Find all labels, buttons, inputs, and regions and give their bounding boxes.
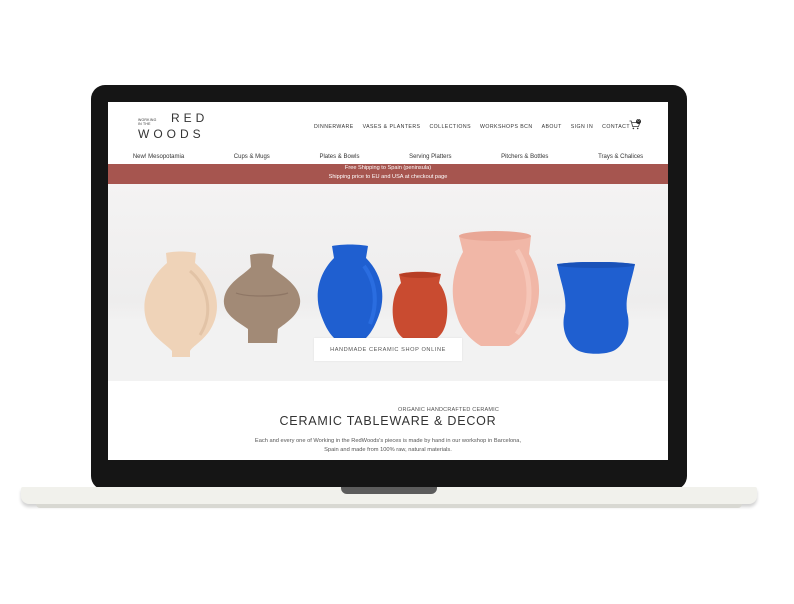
logo-red-word: RED bbox=[171, 111, 209, 125]
main-nav: DINNERWARE VASES & PLANTERS COLLECTIONS … bbox=[314, 124, 630, 130]
category-cups-mugs[interactable]: Cups & Mugs bbox=[234, 154, 270, 160]
hero-image: HANDMADE CERAMIC SHOP ONLINE bbox=[108, 184, 668, 381]
blue-vase-image bbox=[317, 244, 383, 338]
red-vase-image bbox=[392, 271, 448, 338]
logo-woods-word: WOODS bbox=[138, 127, 205, 141]
nav-dinnerware[interactable]: DINNERWARE bbox=[314, 124, 354, 130]
pink-vase-image bbox=[452, 231, 540, 346]
brown-vase-image bbox=[223, 253, 301, 343]
cream-vase-image bbox=[144, 251, 217, 357]
category-nav: New! Mesopotamia Cups & Mugs Plates & Bo… bbox=[108, 150, 668, 164]
nav-workshops-bcn[interactable]: WORKSHOPS BCN bbox=[480, 124, 533, 130]
laptop-base-shadow bbox=[36, 504, 742, 508]
category-pitchers-bottles[interactable]: Pitchers & Bottles bbox=[501, 154, 548, 160]
site-logo[interactable]: WORKING IN THE RED WOODS bbox=[138, 111, 208, 145]
intro-description: Each and every one of Working in the Red… bbox=[108, 437, 668, 455]
shipping-banner: Free Shipping to Spain (peninsula) Shipp… bbox=[108, 164, 668, 184]
intro-desc-line-1: Each and every one of Working in the Red… bbox=[254, 438, 522, 444]
nav-about[interactable]: ABOUT bbox=[542, 124, 562, 130]
intro-desc-line-2: Spain and made from 100% raw, natural ma… bbox=[324, 447, 452, 453]
blue-bowl-vase-image bbox=[557, 262, 635, 354]
logo-small-text: WORKING IN THE bbox=[138, 118, 157, 126]
category-serving-platters[interactable]: Serving Platters bbox=[409, 154, 451, 160]
nav-sign-in[interactable]: SIGN IN bbox=[571, 124, 593, 130]
shipping-line-eu-usa: Shipping price to EU and USA at checkout… bbox=[328, 174, 448, 180]
cart-count-badge: 0 bbox=[636, 119, 641, 124]
laptop-notch bbox=[341, 487, 437, 494]
nav-contact[interactable]: CONTACT bbox=[602, 124, 630, 130]
hero-shop-button[interactable]: HANDMADE CERAMIC SHOP ONLINE bbox=[314, 338, 462, 361]
category-trays-chalices[interactable]: Trays & Chalices bbox=[598, 154, 643, 160]
shipping-line-spain: Free Shipping to Spain (peninsula) bbox=[344, 165, 432, 171]
nav-collections[interactable]: COLLECTIONS bbox=[429, 124, 471, 130]
category-mesopotamia[interactable]: New! Mesopotamia bbox=[133, 154, 184, 160]
nav-vases-planters[interactable]: VASES & PLANTERS bbox=[363, 124, 421, 130]
intro-eyebrow: ORGANIC HANDCRAFTED CERAMIC bbox=[398, 407, 500, 413]
logo-small-line-2: IN THE bbox=[138, 122, 151, 126]
intro-title: CERAMIC TABLEWARE & DECOR bbox=[279, 414, 497, 428]
category-plates-bowls[interactable]: Plates & Bowls bbox=[319, 154, 359, 160]
website-screen: WORKING IN THE RED WOODS DINNERWARE VASE… bbox=[108, 102, 668, 460]
